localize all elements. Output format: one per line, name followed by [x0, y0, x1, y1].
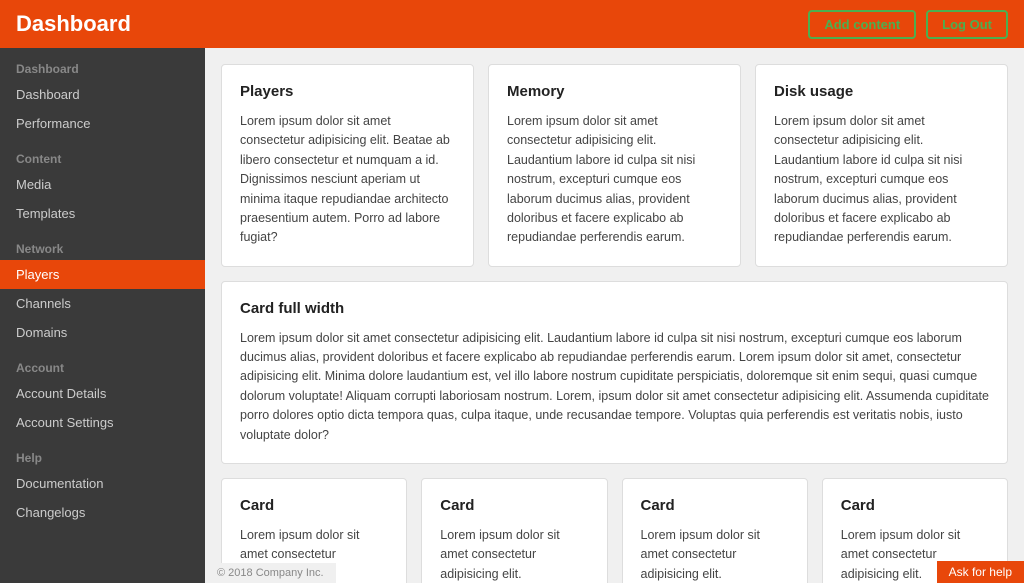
sidebar-item-account-details[interactable]: Account Details	[0, 379, 205, 408]
bottom-card-1-title: Card	[240, 497, 388, 514]
sidebar-section-network: Network Players Channels Domains	[0, 228, 205, 347]
add-content-button[interactable]: Add content	[808, 10, 916, 39]
bottom-card-3-text: Lorem ipsum dolor sit amet consectetur a…	[641, 526, 789, 583]
sidebar-section-label-content: Content	[0, 138, 205, 170]
disk-usage-card-title: Disk usage	[774, 83, 989, 100]
sidebar-item-dashboard[interactable]: Dashboard	[0, 80, 205, 109]
bottom-card-4-title: Card	[841, 497, 989, 514]
topbar-actions: Add content Log Out	[808, 10, 1008, 39]
bottom-card-3: Card Lorem ipsum dolor sit amet consecte…	[622, 478, 808, 583]
sidebar-section-label-dashboard: Dashboard	[0, 48, 205, 80]
bottom-card-2-text: Lorem ipsum dolor sit amet consectetur a…	[440, 526, 588, 583]
logout-button[interactable]: Log Out	[926, 10, 1008, 39]
memory-card: Memory Lorem ipsum dolor sit amet consec…	[488, 64, 741, 267]
sidebar-item-media[interactable]: Media	[0, 170, 205, 199]
players-card-text: Lorem ipsum dolor sit amet consectetur a…	[240, 112, 455, 248]
sidebar-item-players[interactable]: Players	[0, 260, 205, 289]
sidebar-section-label-network: Network	[0, 228, 205, 260]
main-layout: Dashboard Dashboard Performance Content …	[0, 48, 1024, 583]
sidebar-section-label-account: Account	[0, 347, 205, 379]
disk-usage-card-text: Lorem ipsum dolor sit amet consectetur a…	[774, 112, 989, 248]
players-card: Players Lorem ipsum dolor sit amet conse…	[221, 64, 474, 267]
sidebar-section-content: Content Media Templates	[0, 138, 205, 228]
sidebar-item-channels[interactable]: Channels	[0, 289, 205, 318]
sidebar-item-performance[interactable]: Performance	[0, 109, 205, 138]
sidebar: Dashboard Dashboard Performance Content …	[0, 48, 205, 583]
sidebar-section-label-help: Help	[0, 437, 205, 469]
topbar: Dashboard Add content Log Out	[0, 0, 1024, 48]
sidebar-section-help: Help Documentation Changelogs	[0, 437, 205, 527]
players-card-title: Players	[240, 83, 455, 100]
bottom-card-2-title: Card	[440, 497, 588, 514]
bottom-cards-row: Card Lorem ipsum dolor sit amet consecte…	[221, 478, 1008, 583]
sidebar-item-documentation[interactable]: Documentation	[0, 469, 205, 498]
ask-for-help-button[interactable]: Ask for help	[937, 561, 1024, 583]
copyright: © 2018 Company Inc.	[205, 563, 336, 583]
full-width-card: Card full width Lorem ipsum dolor sit am…	[221, 281, 1008, 464]
content-area: Players Lorem ipsum dolor sit amet conse…	[205, 48, 1024, 583]
full-width-card-title: Card full width	[240, 300, 989, 317]
sidebar-item-account-settings[interactable]: Account Settings	[0, 408, 205, 437]
sidebar-item-changelogs[interactable]: Changelogs	[0, 498, 205, 527]
topbar-title: Dashboard	[16, 11, 131, 37]
top-cards-row: Players Lorem ipsum dolor sit amet conse…	[221, 64, 1008, 267]
sidebar-section-dashboard: Dashboard Dashboard Performance	[0, 48, 205, 138]
memory-card-text: Lorem ipsum dolor sit amet consectetur a…	[507, 112, 722, 248]
full-width-card-text: Lorem ipsum dolor sit amet consectetur a…	[240, 329, 989, 445]
bottom-card-2: Card Lorem ipsum dolor sit amet consecte…	[421, 478, 607, 583]
disk-usage-card: Disk usage Lorem ipsum dolor sit amet co…	[755, 64, 1008, 267]
memory-card-title: Memory	[507, 83, 722, 100]
bottom-card-3-title: Card	[641, 497, 789, 514]
sidebar-section-account: Account Account Details Account Settings	[0, 347, 205, 437]
sidebar-item-templates[interactable]: Templates	[0, 199, 205, 228]
sidebar-item-domains[interactable]: Domains	[0, 318, 205, 347]
